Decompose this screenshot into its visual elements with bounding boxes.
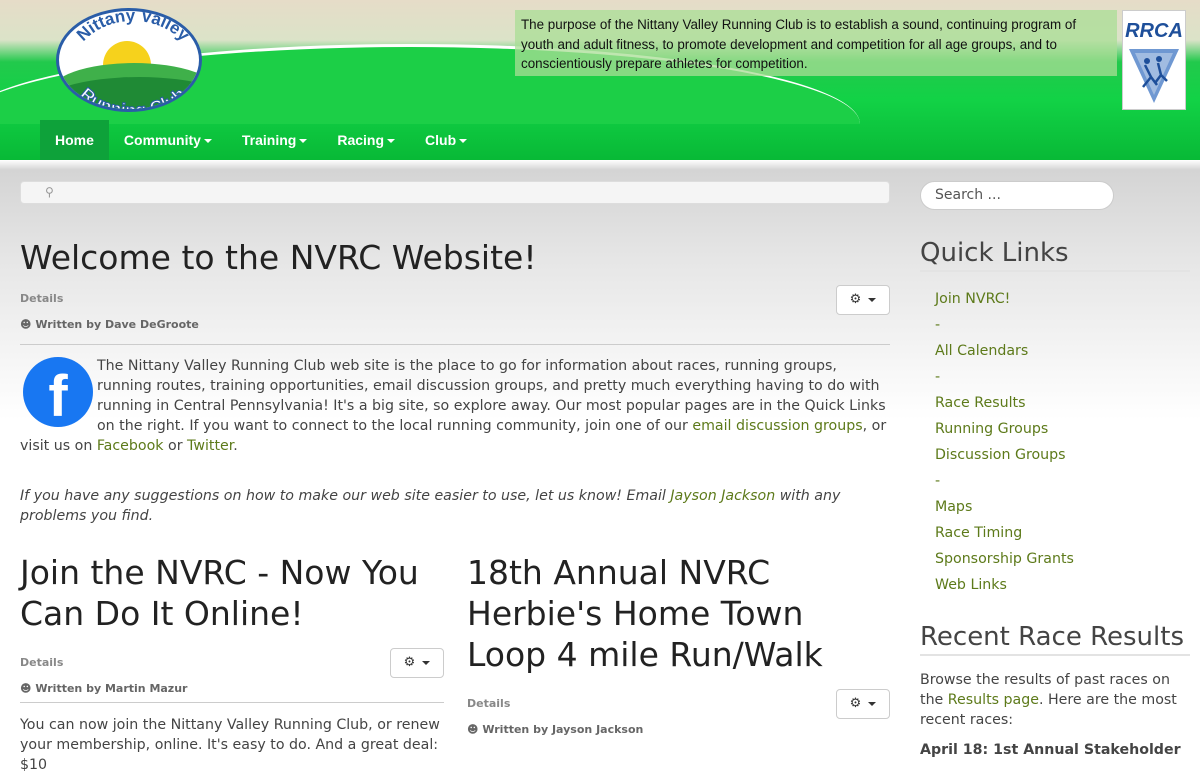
main-nav: Home Community Training Racing Club	[40, 120, 482, 160]
article-author: ☻ Written by Martin Mazur	[20, 682, 188, 695]
sidebar: Search ... Quick Links Join NVRC! - All …	[920, 160, 1190, 760]
separator: -	[935, 473, 941, 489]
results-page-link[interactable]: Results page	[948, 692, 1039, 708]
logo-text: Nittany Valley Running Club	[73, 11, 194, 112]
svg-text:Nittany Valley: Nittany Valley	[73, 11, 194, 45]
quick-link-maps[interactable]: Maps	[935, 499, 972, 515]
article-join: Join the NVRC - Now You Can Do It Online…	[20, 552, 444, 775]
quick-link-web-links[interactable]: Web Links	[935, 577, 1007, 593]
caret-down-icon	[203, 139, 212, 144]
welcome-meta: Details ⚙ ☻ Written by Dave DeGroote	[20, 285, 890, 344]
quick-link-discussion-groups[interactable]: Discussion Groups	[935, 447, 1066, 463]
nav-community[interactable]: Community	[109, 120, 227, 160]
map-marker-icon: ⚲	[45, 185, 54, 199]
quick-links-list: Join NVRC! - All Calendars - Race Result…	[920, 286, 1190, 598]
rrca-logo[interactable]: RRCA	[1122, 10, 1186, 110]
breadcrumb: ⚲	[20, 181, 890, 204]
user-icon: ☻	[20, 318, 32, 331]
details-label: Details	[20, 292, 64, 305]
quick-link-calendars[interactable]: All Calendars	[935, 343, 1028, 359]
club-logo[interactable]: Nittany Valley Running Club	[56, 8, 202, 112]
nav-training[interactable]: Training	[227, 120, 322, 160]
nav-club[interactable]: Club	[410, 120, 482, 160]
article-join-body: You can now join the Nittany Valley Runn…	[20, 717, 440, 773]
site-header: Nittany Valley Running Club The purpose …	[0, 0, 1200, 160]
gear-icon: ⚙	[849, 292, 862, 307]
user-icon: ☻	[467, 723, 479, 736]
gear-icon: ⚙	[403, 655, 416, 670]
main-content: ⚲ Welcome to the NVRC Website! Details ⚙…	[20, 160, 890, 773]
facebook-link[interactable]: Facebook	[97, 438, 164, 454]
welcome-body: f The Nittany Valley Running Club web si…	[20, 357, 887, 454]
divider	[20, 344, 890, 345]
nav-home[interactable]: Home	[40, 120, 109, 160]
article-join-title[interactable]: Join the NVRC - Now You Can Do It Online…	[20, 552, 444, 634]
recent-results-intro: Browse the results of past races on the …	[920, 672, 1177, 728]
gear-icon: ⚙	[849, 696, 862, 711]
quick-links-heading: Quick Links	[920, 238, 1190, 272]
article-herbie-title[interactable]: 18th Annual NVRC Herbie's Home Town Loop…	[467, 552, 890, 675]
separator: -	[935, 317, 941, 333]
jayson-jackson-link[interactable]: Jayson Jackson	[670, 488, 775, 504]
article-tools-button[interactable]: ⚙	[836, 285, 890, 315]
article-author: ☻ Written by Dave DeGroote	[20, 318, 199, 331]
article-author: ☻ Written by Jayson Jackson	[467, 723, 644, 736]
caret-down-icon	[299, 139, 308, 144]
caret-down-icon	[387, 139, 396, 144]
article-tools-button[interactable]: ⚙	[390, 648, 444, 678]
svg-text:Running Club: Running Club	[76, 84, 189, 112]
club-purpose-statement: The purpose of the Nittany Valley Runnin…	[515, 10, 1117, 76]
facebook-icon[interactable]: f	[23, 357, 93, 429]
nav-racing[interactable]: Racing	[322, 120, 410, 160]
recent-results-heading: Recent Race Results	[920, 622, 1190, 656]
search-input[interactable]: Search ...	[920, 181, 1114, 210]
recent-result-item[interactable]: April 18: 1st Annual Stakeholder	[920, 740, 1190, 760]
caret-down-icon	[459, 139, 468, 144]
suggestions-text: If you have any suggestions on how to ma…	[20, 488, 841, 524]
welcome-title[interactable]: Welcome to the NVRC Website!	[20, 238, 890, 278]
twitter-link[interactable]: Twitter	[187, 438, 233, 454]
article-herbie: 18th Annual NVRC Herbie's Home Town Loop…	[467, 552, 890, 738]
email-groups-link[interactable]: email discussion groups	[692, 418, 862, 434]
details-label: Details	[467, 697, 511, 710]
svg-text:RRCA: RRCA	[1125, 20, 1183, 42]
quick-link-race-results[interactable]: Race Results	[935, 395, 1026, 411]
separator: -	[935, 369, 941, 385]
article-tools-button[interactable]: ⚙	[836, 689, 890, 719]
quick-link-running-groups[interactable]: Running Groups	[935, 421, 1048, 437]
details-label: Details	[20, 656, 64, 669]
quick-link-join[interactable]: Join NVRC!	[935, 291, 1010, 307]
quick-link-race-timing[interactable]: Race Timing	[935, 525, 1022, 541]
user-icon: ☻	[20, 682, 32, 695]
quick-link-sponsorship-grants[interactable]: Sponsorship Grants	[935, 551, 1074, 567]
